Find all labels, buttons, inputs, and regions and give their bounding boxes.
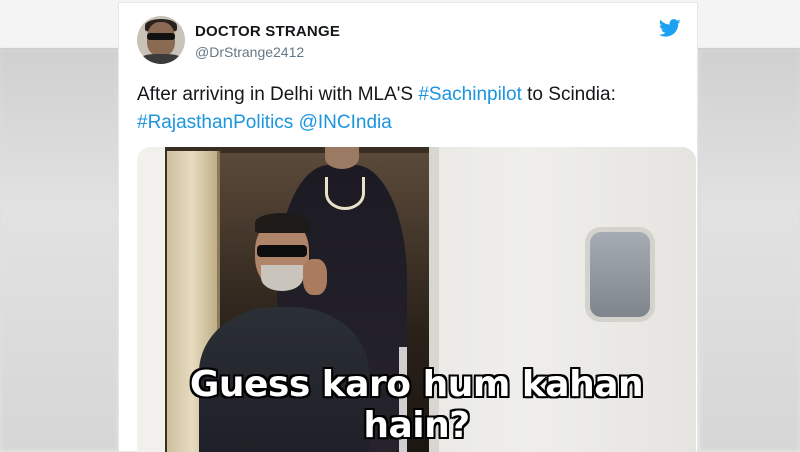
avatar-shirt [139,54,183,64]
display-name[interactable]: DOCTOR STRANGE [195,23,340,40]
twitter-bird-icon[interactable] [657,17,683,39]
man-beard [261,265,303,291]
necklace [325,177,365,210]
hand-on-phone [303,259,327,295]
hashtag-sachinpilot-link[interactable]: #Sachinpilot [418,84,522,105]
background-blur-left [0,50,118,451]
plane-window [585,227,655,322]
man-hair [255,213,309,233]
tweet-text-part: to Scindia: [521,84,616,105]
avatar[interactable] [137,16,185,64]
woman-chin [325,147,359,169]
background-blur-right [700,50,800,451]
hashtag-rajasthanpolitics-link[interactable]: #RajasthanPolitics [137,112,293,133]
avatar-glasses [147,33,175,40]
tweet-text: After arriving in Delhi with MLA'S #Sach… [137,81,687,137]
tweet-media-image[interactable]: Guess karo hum kahan hain? [137,147,696,452]
meme-caption: Guess karo hum kahan hain? [189,364,644,446]
mention-incindia-link[interactable]: @INCIndia [299,112,392,133]
tweet-card[interactable]: DOCTOR STRANGE @DrStrange2412 After arri… [118,2,698,452]
user-handle[interactable]: @DrStrange2412 [195,44,304,60]
sunglasses [257,245,307,257]
tweet-text-part: After arriving in Delhi with MLA'S [137,84,419,105]
